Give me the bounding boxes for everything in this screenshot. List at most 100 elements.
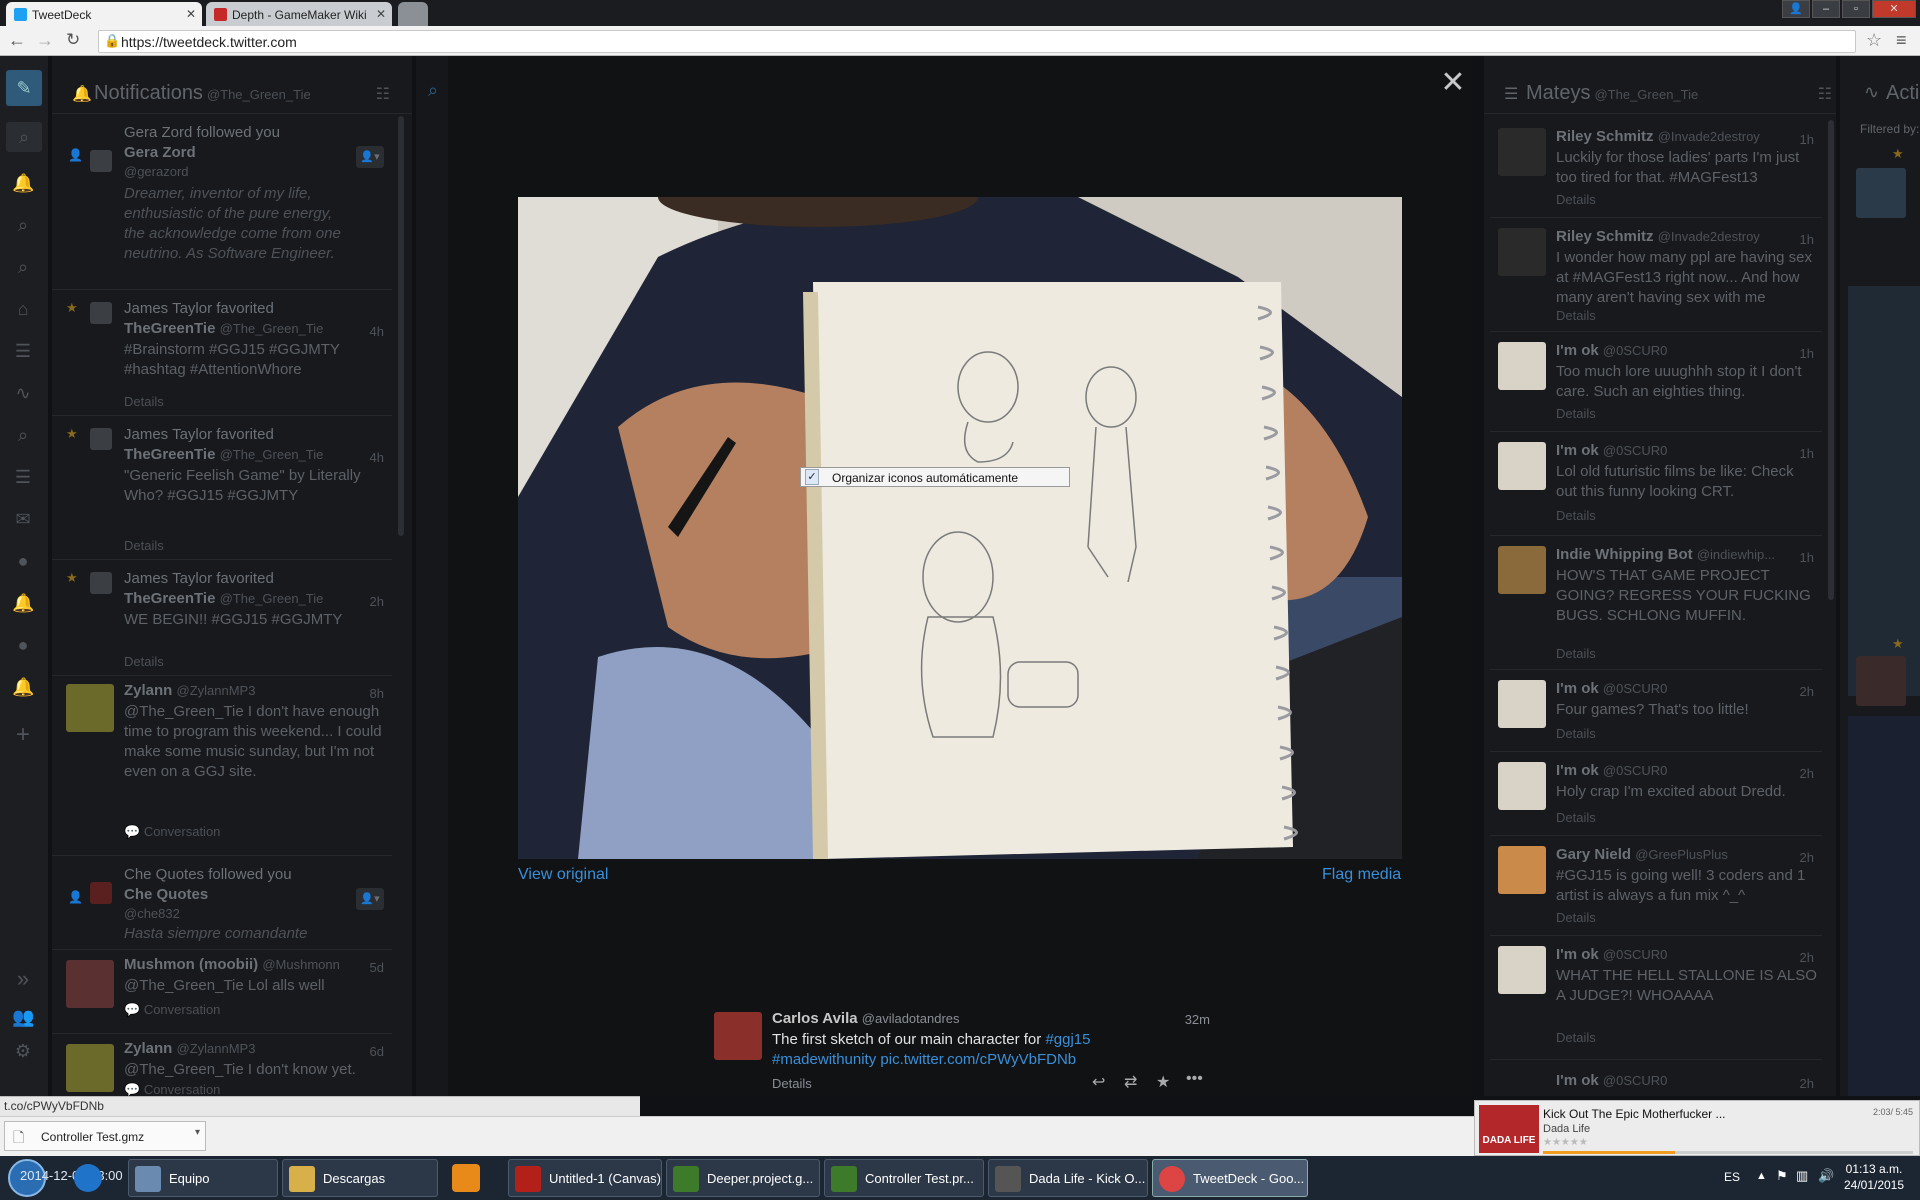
activity-icon[interactable]: ∿	[12, 382, 34, 404]
list-item[interactable]: Zylann @ZylannMP3 6d @The_Green_Tie I do…	[52, 1038, 392, 1097]
details-link[interactable]: Details	[124, 538, 164, 553]
user-handle[interactable]: @0SCUR0	[1603, 947, 1668, 962]
avatar[interactable]	[66, 1044, 114, 1092]
user-name[interactable]: I'm ok	[1556, 342, 1599, 359]
details-link[interactable]: Details	[1556, 726, 1596, 741]
user-icon[interactable]: 👤	[1782, 0, 1810, 18]
taskbar-item-chrome[interactable]: TweetDeck - Goo...	[1152, 1159, 1308, 1197]
conversation-link[interactable]: 💬 Conversation	[124, 1002, 220, 1018]
avatar[interactable]	[90, 428, 112, 450]
avatar[interactable]	[90, 572, 112, 594]
user-handle[interactable]: @The_Green_Tie	[220, 591, 324, 606]
avatar[interactable]	[1498, 680, 1546, 728]
user-handle[interactable]: @0SCUR0	[1603, 343, 1668, 358]
user-name[interactable]: I'm ok	[1556, 680, 1599, 697]
user-name[interactable]: Riley Schmitz	[1556, 228, 1654, 245]
user-handle[interactable]: @Mushmonn	[262, 957, 340, 972]
search-column-icon[interactable]: ⌕	[12, 424, 34, 446]
maximize-button[interactable]: ▫	[1842, 0, 1870, 18]
user-handle[interactable]: @Invade2destroy	[1658, 229, 1760, 244]
language-indicator[interactable]: ES	[1724, 1170, 1740, 1184]
media-photo[interactable]	[518, 197, 1402, 859]
chevron-down-icon[interactable]: ▾	[195, 1127, 200, 1138]
user-handle[interactable]: @gerazord	[124, 164, 189, 179]
forward-icon[interactable]: →	[36, 30, 54, 51]
user-name[interactable]: I'm ok	[1556, 442, 1599, 459]
user-name[interactable]: TheGreenTie	[124, 590, 215, 607]
list-item[interactable]: I'm ok @0SCUR0 2h Four games? That's too…	[1490, 674, 1822, 752]
media-tweet[interactable]: Carlos Avila @aviladotandres 32m The fir…	[714, 1010, 1210, 1096]
details-link[interactable]: Details	[124, 654, 164, 669]
user-name[interactable]: Gera Zord	[124, 144, 196, 161]
close-tab-icon[interactable]: ✕	[186, 7, 196, 21]
user-name[interactable]: Mushmon (moobii)	[124, 956, 258, 973]
rating-stars[interactable]: ★★★★★	[1543, 1137, 1588, 1148]
user-handle[interactable]: @0SCUR0	[1603, 1073, 1668, 1088]
flag-media-link[interactable]: Flag media	[1322, 866, 1401, 884]
close-lightbox-icon[interactable]: ✕	[1440, 68, 1466, 98]
user-handle[interactable]: @ZylannMP3	[177, 683, 256, 698]
user-handle[interactable]: @0SCUR0	[1603, 443, 1668, 458]
close-tab-icon[interactable]: ✕	[376, 7, 386, 21]
expand-icon[interactable]: »	[12, 968, 34, 990]
clock-time[interactable]: 01:13 a.m.	[1838, 1162, 1910, 1176]
column-settings-icon[interactable]: ☷	[376, 84, 390, 104]
avatar[interactable]	[714, 1012, 762, 1060]
user-handle[interactable]: @0SCUR0	[1603, 681, 1668, 696]
user-handle[interactable]: @GreePlusPlus	[1635, 847, 1728, 862]
reload-icon[interactable]: ↻	[66, 30, 80, 50]
flag-tray-icon[interactable]: ⚑	[1776, 1168, 1788, 1184]
settings-gear-icon[interactable]: ⚙	[12, 1040, 34, 1062]
list-item[interactable]: I'm ok @0SCUR0 2h	[1490, 1064, 1822, 1096]
context-menu[interactable]: ✓ Organizar iconos automáticamente	[800, 467, 1070, 487]
user-name[interactable]: Zylann	[124, 682, 172, 699]
list-item[interactable]: Riley Schmitz @Invade2destroy 1h Luckily…	[1490, 122, 1822, 218]
list-item[interactable]: I'm ok @0SCUR0 2h Holy crap I'm excited …	[1490, 756, 1822, 836]
taskbar-item-music[interactable]: Dada Life - Kick O...	[988, 1159, 1148, 1197]
tweet-author-name[interactable]: Carlos Avila	[772, 1010, 858, 1027]
close-window-button[interactable]: ✕	[1872, 0, 1916, 18]
avatar[interactable]	[66, 684, 114, 732]
user-name[interactable]: I'm ok	[1556, 762, 1599, 779]
details-link[interactable]: Details	[1556, 508, 1596, 523]
messages-icon[interactable]: ✉	[12, 508, 34, 530]
activity-media-preview[interactable]	[1848, 716, 1920, 1096]
list-item[interactable]: 👤 Che Quotes followed you Che Quotes @ch…	[52, 860, 392, 950]
avatar[interactable]	[1498, 762, 1546, 810]
home-icon[interactable]: ⌂	[12, 298, 34, 320]
minimize-button[interactable]: –	[1812, 0, 1840, 18]
internet-explorer-icon[interactable]	[74, 1164, 102, 1192]
view-original-link[interactable]: View original	[518, 866, 608, 884]
details-link[interactable]: Details	[1556, 810, 1596, 825]
user-icon[interactable]: ●	[12, 634, 34, 656]
avatar[interactable]	[1856, 168, 1906, 218]
details-link[interactable]: Details	[124, 394, 164, 409]
avatar[interactable]	[66, 960, 114, 1008]
avatar[interactable]	[1498, 228, 1546, 276]
menu-icon[interactable]: ≡	[1896, 30, 1907, 51]
taskbar-item-equipo[interactable]: Equipo	[128, 1159, 278, 1197]
user-name[interactable]: TheGreenTie	[124, 446, 215, 463]
compose-tweet-icon[interactable]: ✎	[6, 70, 42, 106]
tab-tweetdeck[interactable]: TweetDeck ✕	[6, 2, 202, 26]
user-name[interactable]: I'm ok	[1556, 1072, 1599, 1089]
list-item[interactable]: Gary Nield @GreePlusPlus 2h #GGJ15 is go…	[1490, 840, 1822, 936]
avatar[interactable]	[1498, 946, 1546, 994]
list-item[interactable]: Mushmon (moobii) @Mushmonn 5d @The_Green…	[52, 954, 392, 1034]
column-scrollbar[interactable]	[1828, 120, 1834, 600]
reply-icon[interactable]: ↩	[1092, 1072, 1105, 1092]
track-progress[interactable]	[1543, 1151, 1913, 1154]
back-icon[interactable]: ←	[8, 30, 26, 51]
list-item[interactable]: Zylann @ZylannMP3 8h @The_Green_Tie I do…	[52, 680, 392, 856]
new-tab-button[interactable]	[398, 2, 428, 26]
list-item[interactable]: 👤 Gera Zord followed you Gera Zord @gera…	[52, 118, 392, 290]
activity-media-preview[interactable]	[1848, 286, 1920, 696]
tray-arrow-icon[interactable]: ▲	[1756, 1170, 1767, 1182]
user-icon[interactable]: ●	[12, 550, 34, 572]
taskbar-item-gamemaker-controller[interactable]: Controller Test.pr...	[824, 1159, 984, 1197]
conversation-link[interactable]: 💬 Conversation	[124, 824, 220, 840]
download-item[interactable]: 🗋 Controller Test.gmz ▾	[4, 1121, 206, 1151]
user-handle[interactable]: @indiewhip...	[1697, 547, 1775, 562]
user-name[interactable]: Gary Nield	[1556, 846, 1631, 863]
network-icon[interactable]: ▥	[1796, 1168, 1808, 1184]
